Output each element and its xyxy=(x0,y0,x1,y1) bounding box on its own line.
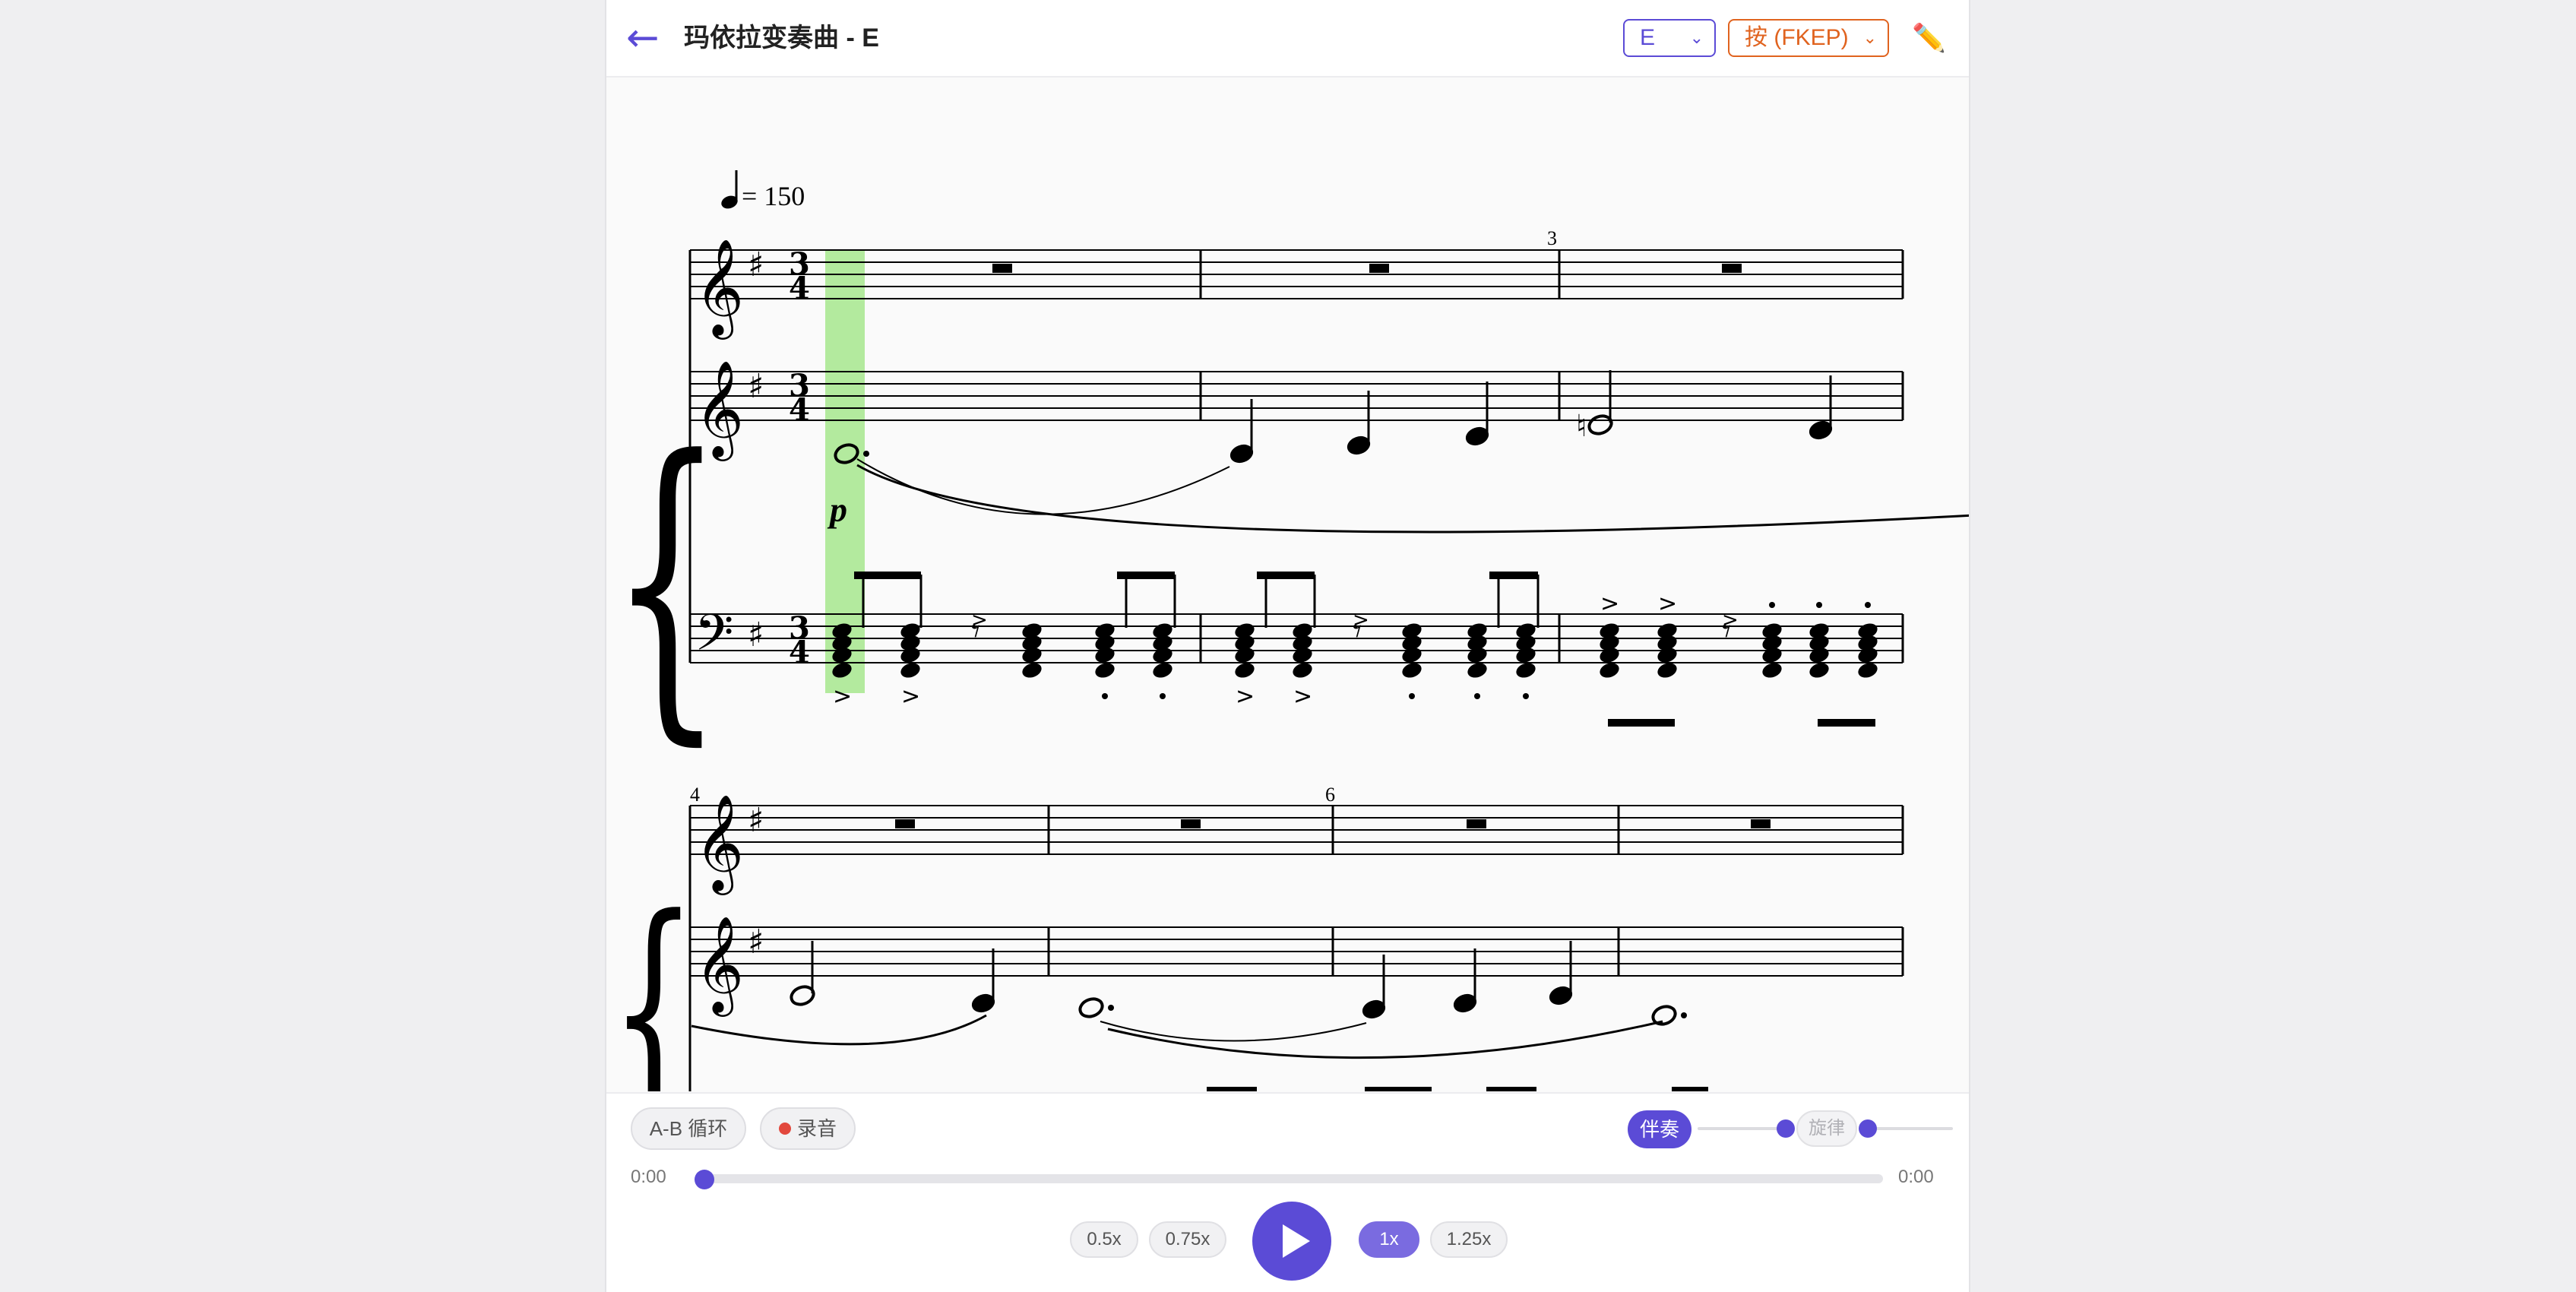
page-title: 玛依拉变奏曲 - E xyxy=(684,24,879,52)
accent-mark: > xyxy=(1236,683,1255,710)
accent-mark: > xyxy=(901,683,920,710)
accent-mark: > xyxy=(1722,609,1739,632)
whole-rest xyxy=(1181,819,1201,828)
mode-select[interactable]: 按 (FKEP) ⌄ xyxy=(1728,19,1889,57)
progress-thumb[interactable] xyxy=(695,1170,714,1189)
accent-mark: > xyxy=(1353,609,1369,632)
record-dot-icon xyxy=(778,1123,791,1135)
melody-toggle[interactable]: 旋律 xyxy=(1796,1110,1857,1147)
header-bar: ← 玛依拉变奏曲 - E E ⌄ 按 (FKEP) ⌄ ✏️ xyxy=(606,0,1969,78)
staccato-dot xyxy=(1409,693,1415,699)
staccato-dot xyxy=(1160,693,1166,699)
progress-track[interactable] xyxy=(701,1174,1883,1183)
accent-mark: > xyxy=(1293,683,1312,710)
slur xyxy=(856,458,1230,515)
piano-brace: { xyxy=(609,865,697,1091)
measure-number: 3 xyxy=(1547,227,1557,249)
staccato-dot xyxy=(1523,693,1529,699)
whole-rest xyxy=(895,819,915,828)
speed-0.5x-button[interactable]: 0.5x xyxy=(1070,1221,1138,1258)
note-dot xyxy=(863,451,869,457)
note-dot xyxy=(1681,1012,1687,1018)
speed-1x-button[interactable]: 1x xyxy=(1359,1221,1419,1258)
bass-clef: 𝄢 xyxy=(695,603,733,674)
accent-mark: > xyxy=(1600,591,1619,617)
record-label: 录音 xyxy=(796,1117,837,1140)
accent-mark: > xyxy=(1658,591,1677,617)
record-button[interactable]: 录音 xyxy=(760,1107,856,1150)
melody-volume-thumb[interactable] xyxy=(1859,1119,1877,1138)
beam xyxy=(1207,1087,1257,1091)
speed-1.25x-button[interactable]: 1.25x xyxy=(1430,1221,1508,1258)
staccato-dot xyxy=(1474,693,1480,699)
time-signature-denominator: 4 xyxy=(789,392,810,428)
key-signature-sharp: ♯ xyxy=(748,616,764,654)
beam xyxy=(1486,1087,1536,1091)
duration-time: 0:00 xyxy=(1898,1167,1934,1187)
whole-rest xyxy=(1467,819,1486,828)
key-signature-sharp: ♯ xyxy=(748,367,764,406)
whole-rest xyxy=(1751,819,1771,828)
treble-clef: 𝄞 xyxy=(695,238,744,340)
accompaniment-toggle[interactable]: 伴奏 xyxy=(1628,1110,1691,1148)
time-signature-denominator: 4 xyxy=(789,635,810,670)
staccato-dot xyxy=(1865,602,1871,608)
accompaniment-volume-thumb[interactable] xyxy=(1777,1119,1795,1138)
key-signature-sharp: ♯ xyxy=(748,801,764,840)
whole-rest xyxy=(992,264,1012,273)
note-dot xyxy=(1108,1005,1114,1011)
current-time: 0:00 xyxy=(631,1167,666,1187)
pencil-icon[interactable]: ✏️ xyxy=(1912,18,1946,58)
treble-clef: 𝄞 xyxy=(695,359,744,461)
beam xyxy=(1672,1087,1708,1091)
key-select[interactable]: E ⌄ xyxy=(1623,19,1716,57)
chevron-down-icon: ⌄ xyxy=(1862,28,1877,47)
slur xyxy=(1100,1021,1367,1042)
mode-select-value: 按 (FKEP) xyxy=(1745,25,1849,50)
accent-mark: > xyxy=(971,609,988,632)
staccato-dot xyxy=(1102,693,1108,699)
chevron-down-icon: ⌄ xyxy=(1689,28,1704,47)
back-arrow-icon[interactable]: ← xyxy=(626,17,660,59)
key-select-value: E xyxy=(1640,25,1656,50)
play-button[interactable] xyxy=(1252,1202,1331,1281)
measure-number: 6 xyxy=(1325,784,1335,806)
whole-rest xyxy=(1369,264,1389,273)
whole-rest xyxy=(1722,264,1742,273)
treble-clef: 𝄞 xyxy=(695,915,744,1017)
time-signature-denominator: 4 xyxy=(789,271,810,306)
ab-loop-button[interactable]: A-B 循环 xyxy=(631,1107,746,1150)
beam xyxy=(1608,719,1675,727)
staccato-dot xyxy=(1769,602,1775,608)
speed-0.75x-button[interactable]: 0.75x xyxy=(1149,1221,1226,1258)
tempo-text: = 150 xyxy=(742,181,805,211)
accompaniment-volume-track[interactable] xyxy=(1698,1127,1786,1130)
app-panel: ← 玛依拉变奏曲 - E E ⌄ 按 (FKEP) ⌄ ✏️ = 150 3 4… xyxy=(605,0,1970,1292)
note-head xyxy=(1078,997,1104,1018)
play-icon xyxy=(1283,1224,1310,1258)
player-controls: A-B 循环 录音 伴奏 旋律 0:00 0:00 0.5x 0.75x 1x … xyxy=(606,1092,1969,1292)
melody-volume-track[interactable] xyxy=(1868,1127,1953,1130)
beam xyxy=(1365,1087,1432,1091)
natural-sign: ♮ xyxy=(1576,409,1587,444)
beam xyxy=(1489,572,1538,579)
sheet-music: = 150 3 4 6 { { 𝄞 ♯𝄞 ♯𝄞 ♯𝄞 ♯𝄢 ♯343434♮> > > >> >𝄾… xyxy=(609,170,1969,1091)
dynamic-mark: p xyxy=(827,490,847,529)
beam xyxy=(1818,719,1875,727)
slur xyxy=(856,464,1969,534)
staccato-dot xyxy=(1816,602,1822,608)
tempo-marking: = 150 xyxy=(721,170,805,211)
key-signature-sharp: ♯ xyxy=(748,923,764,961)
treble-clef: 𝄞 xyxy=(695,793,744,895)
slur xyxy=(691,1014,987,1046)
accent-mark: > xyxy=(833,683,852,710)
key-signature-sharp: ♯ xyxy=(748,245,764,284)
